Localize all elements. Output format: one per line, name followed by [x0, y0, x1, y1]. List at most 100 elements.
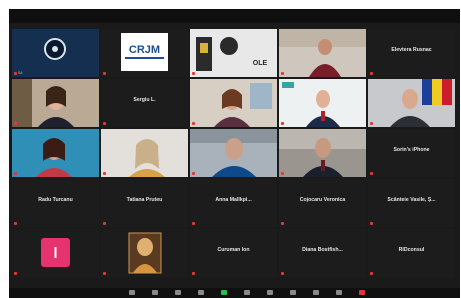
video-icon[interactable] [152, 290, 158, 295]
participant-name: RIDconsul [398, 247, 425, 253]
muted-mic-icon [192, 172, 195, 175]
participant-tile[interactable]: Sorin's iPhone [368, 129, 455, 177]
video-frame [12, 29, 99, 77]
muted-mic-icon [14, 222, 17, 225]
participant-label [103, 271, 106, 276]
participant-tile-active-speaker[interactable] [279, 79, 366, 127]
muted-mic-icon [103, 172, 106, 175]
title-bar [9, 9, 460, 23]
muted-mic-icon [370, 272, 373, 275]
participant-name: Tatiana Pruteu [126, 197, 163, 203]
participant-tile[interactable]: RIDconsul [368, 229, 455, 277]
participant-label [14, 121, 17, 126]
security-icon[interactable] [175, 290, 181, 295]
participant-label [192, 271, 195, 276]
muted-mic-icon [14, 72, 17, 75]
participant-label [103, 171, 106, 176]
participant-name: Anna Mallkpi... [215, 197, 252, 203]
participant-tile[interactable]: Diana Bostfish... [279, 229, 366, 277]
leave-icon[interactable] [359, 290, 365, 295]
muted-mic-icon [281, 122, 284, 125]
participant-name: Diana Bostfish... [302, 247, 343, 253]
muted-mic-icon [103, 72, 106, 75]
video-frame [101, 129, 188, 177]
participant-label [192, 121, 195, 126]
participant-label [14, 221, 17, 226]
participant-tile[interactable]: Tatiana Pruteu [101, 179, 188, 227]
muted-mic-icon [192, 72, 195, 75]
participant-label [281, 221, 284, 226]
video-frame [279, 29, 366, 77]
participant-tile[interactable] [101, 229, 188, 277]
participant-tile[interactable]: Curuman Ion [190, 229, 277, 277]
muted-mic-icon [103, 122, 106, 125]
participant-tile[interactable]: Elevtera Rusnac [368, 29, 455, 77]
participant-tile[interactable] [12, 79, 99, 127]
participant-label [103, 221, 106, 226]
participant-label [14, 171, 17, 176]
participant-label [370, 271, 373, 276]
participant-tile[interactable]: SA [12, 29, 99, 77]
participant-label [370, 171, 373, 176]
participant-label [281, 121, 284, 126]
muted-mic-icon [14, 122, 17, 125]
participant-tile[interactable] [190, 129, 277, 177]
muted-mic-icon [14, 272, 17, 275]
video-frame [12, 229, 99, 277]
participant-tile[interactable] [101, 129, 188, 177]
apps-icon[interactable] [313, 290, 319, 295]
participant-tile[interactable]: Anna Mallkpi... [190, 179, 277, 227]
video-frame: CRJM [101, 29, 188, 77]
share-screen-icon[interactable] [221, 290, 227, 295]
participant-tile[interactable]: Radu Turcanu [12, 179, 99, 227]
participant-tile[interactable]: Sergiu L. [101, 79, 188, 127]
participant-label [370, 71, 373, 76]
meeting-toolbar [9, 288, 460, 298]
participant-label [103, 121, 106, 126]
video-frame [101, 229, 188, 277]
participant-label [192, 221, 195, 226]
reactions-icon[interactable] [290, 290, 296, 295]
chat-icon[interactable] [244, 290, 250, 295]
muted-mic-icon [370, 222, 373, 225]
muted-mic-icon [192, 122, 195, 125]
video-frame [12, 129, 99, 177]
participant-label [192, 171, 195, 176]
muted-mic-icon [14, 172, 17, 175]
participant-tile[interactable]: CRJM [101, 29, 188, 77]
more-icon[interactable] [336, 290, 342, 295]
svg-text:OLE: OLE [253, 60, 268, 67]
participant-tile[interactable]: OLE [190, 29, 277, 77]
video-frame [279, 79, 366, 127]
participants-icon[interactable] [198, 290, 204, 295]
participant-label [14, 271, 17, 276]
participant-tile[interactable] [12, 129, 99, 177]
video-frame [279, 129, 366, 177]
participant-tile[interactable]: Cojocaru Veronica [279, 179, 366, 227]
participant-name: Sorin's iPhone [393, 147, 430, 153]
muted-mic-icon [370, 72, 373, 75]
muted-mic-icon [103, 222, 106, 225]
zoom-window: SA CRJM OLE Elevtera Rusnac Sergiu L. So… [9, 9, 460, 298]
participant-name: Sergiu L. [133, 97, 156, 103]
video-frame: OLE [190, 29, 277, 77]
participant-name: Radu Turcanu [38, 197, 73, 203]
muted-mic-icon [192, 222, 195, 225]
video-frame [190, 129, 277, 177]
participant-tile[interactable] [190, 79, 277, 127]
participant-name: Scânteie Vasile, Ș... [387, 197, 436, 203]
participant-tile[interactable] [12, 229, 99, 277]
record-icon[interactable] [267, 290, 273, 295]
participant-label [281, 171, 284, 176]
participant-tile[interactable] [279, 29, 366, 77]
mic-icon[interactable] [129, 290, 135, 295]
participant-tile[interactable] [279, 129, 366, 177]
muted-mic-icon [281, 272, 284, 275]
participant-tile[interactable]: Scânteie Vasile, Ș... [368, 179, 455, 227]
participant-tile[interactable] [368, 79, 455, 127]
muted-mic-icon [370, 122, 373, 125]
participant-label [192, 71, 195, 76]
muted-mic-icon [281, 72, 284, 75]
muted-mic-icon [281, 222, 284, 225]
video-frame [368, 79, 455, 127]
